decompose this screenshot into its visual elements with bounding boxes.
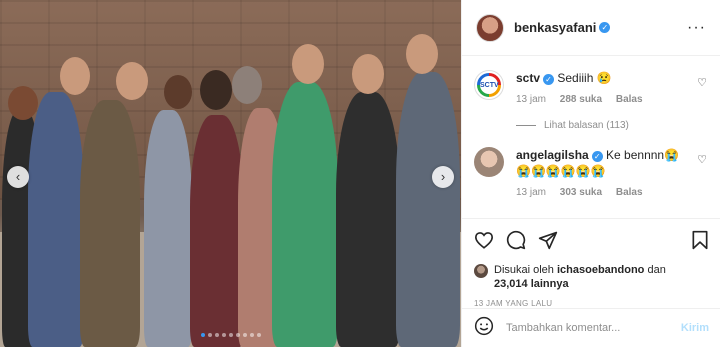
carousel-prev-button[interactable]: ‹: [7, 166, 29, 188]
comment-like-heart-icon[interactable]: ♡: [697, 76, 707, 89]
post-photo[interactable]: ‹ ›: [0, 0, 461, 347]
comment-body: Sediiih 😢: [557, 71, 612, 85]
carousel-dot: [228, 333, 233, 337]
carousel-dot: [249, 333, 254, 337]
comment-reply-button[interactable]: Balas: [616, 94, 643, 105]
comment-item: angelagilsha ✓ Ke bennnn😭😭😭😭😭😭😭 13 jam 30…: [474, 147, 707, 198]
liker-avatar[interactable]: [474, 264, 488, 278]
view-replies-label: Lihat balasan (113): [544, 120, 629, 131]
photo-person: [272, 82, 338, 347]
liked-by-connector: dan: [647, 264, 666, 276]
like-heart-icon[interactable]: [474, 231, 494, 249]
chevron-left-icon: ‹: [15, 169, 21, 184]
comment-time[interactable]: 13 jam: [516, 187, 546, 198]
photo-head: [60, 57, 90, 95]
comment-username[interactable]: angelagilsha: [516, 148, 589, 162]
comments-list: SCTV sctv ✓ Sediiih 😢 13 jam 288 suka Bal…: [462, 56, 720, 218]
commenter-avatar[interactable]: SCTV: [474, 70, 504, 100]
emoji-smile-icon[interactable]: [474, 316, 494, 341]
comment-like-heart-icon[interactable]: ♡: [697, 153, 707, 166]
photo-person: [144, 110, 192, 347]
photo-person: [396, 72, 460, 347]
photo-head: [292, 44, 324, 84]
photo-head: [352, 54, 384, 94]
post-comment-button[interactable]: Kirim: [681, 322, 709, 334]
verified-badge-icon: ✓: [591, 151, 603, 162]
photo-person: [336, 92, 400, 347]
comment-input[interactable]: [506, 322, 681, 334]
comment-bubble-icon[interactable]: [506, 230, 526, 250]
photo-person: [190, 115, 244, 347]
photo-person: [80, 100, 140, 347]
save-bookmark-icon[interactable]: [691, 230, 709, 250]
view-replies-button[interactable]: Lihat balasan (113): [516, 120, 707, 131]
carousel-dot: [207, 333, 212, 337]
author-username[interactable]: benkasyafani: [514, 20, 596, 35]
photo-head: [116, 62, 148, 100]
carousel-dot: [242, 333, 247, 337]
author-avatar[interactable]: [476, 13, 504, 42]
verified-badge-icon: ✓: [543, 74, 555, 85]
photo-head: [164, 75, 192, 109]
carousel-dot: [200, 333, 205, 337]
photo-person: [28, 92, 84, 347]
comment-meta: 13 jam 303 suka Balas: [516, 187, 707, 198]
comment-text: sctv ✓ Sediiih 😢: [516, 70, 707, 86]
comment-time[interactable]: 13 jam: [516, 94, 546, 105]
comment-username[interactable]: sctv: [516, 71, 540, 85]
more-options-icon[interactable]: ···: [687, 19, 706, 37]
carousel-dot: [256, 333, 261, 337]
verified-badge-icon: ✓: [599, 22, 611, 33]
liked-by-user[interactable]: ichasoebandono: [557, 264, 644, 276]
share-paper-plane-icon[interactable]: [538, 230, 558, 250]
comment-text: angelagilsha ✓ Ke bennnn😭😭😭😭😭😭😭: [516, 147, 707, 179]
photo-head: [406, 34, 438, 74]
liked-by-prefix: Disukai oleh: [494, 264, 554, 276]
photo-head: [8, 86, 38, 120]
carousel-dot: [235, 333, 240, 337]
comment-reply-button[interactable]: Balas: [616, 187, 643, 198]
action-icons-row: [474, 229, 709, 251]
post-side-panel: benkasyafani ✓ ··· SCTV sctv ✓ Sediiih 😢 …: [461, 0, 720, 347]
comment-meta: 13 jam 288 suka Balas: [516, 94, 707, 105]
post-actions: Disukai oleh ichasoebandono dan 23,014 l…: [462, 218, 720, 308]
carousel-dot: [221, 333, 226, 337]
add-comment-bar: Kirim: [462, 308, 720, 347]
post-header: benkasyafani ✓ ···: [462, 0, 720, 56]
photo-head: [232, 66, 262, 104]
comment-item: SCTV sctv ✓ Sediiih 😢 13 jam 288 suka Bal…: [474, 70, 707, 105]
replies-divider: [516, 125, 536, 126]
carousel-next-button[interactable]: ›: [432, 166, 454, 188]
carousel-indicator: [0, 333, 461, 337]
liked-by: Disukai oleh ichasoebandono dan 23,014 l…: [474, 263, 709, 291]
liked-by-count[interactable]: 23,014 lainnya: [494, 278, 569, 290]
chevron-right-icon: ›: [440, 169, 446, 184]
comment-likes[interactable]: 288 suka: [560, 94, 602, 105]
comment-likes[interactable]: 303 suka: [560, 187, 602, 198]
photo-head: [200, 70, 232, 110]
carousel-dot: [214, 333, 219, 337]
commenter-avatar[interactable]: [474, 147, 504, 177]
post-timestamp[interactable]: 13 JAM YANG LALU: [474, 299, 709, 308]
